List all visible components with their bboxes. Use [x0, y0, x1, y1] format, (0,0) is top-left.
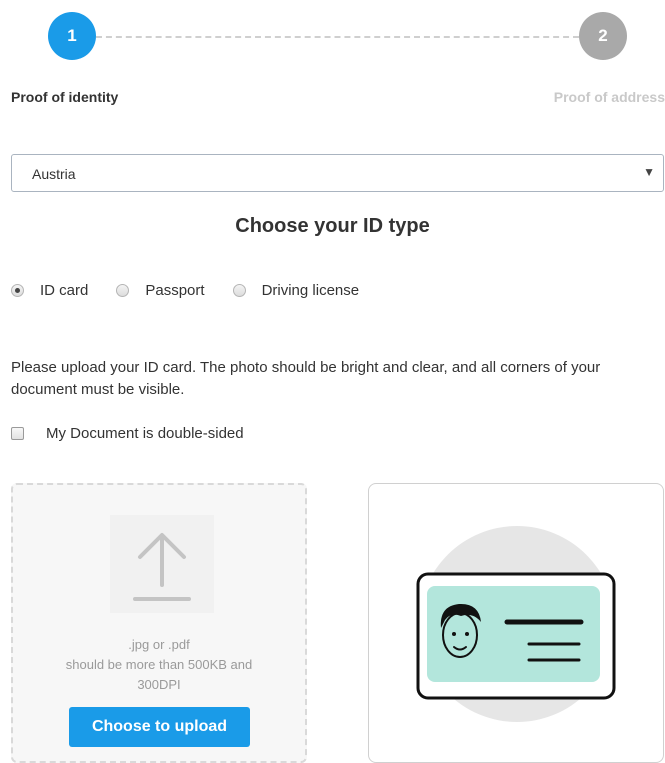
step-1-number: 1 [67, 26, 77, 45]
stepper-connector [96, 36, 579, 38]
double-sided-label: My Document is double-sided [46, 425, 244, 442]
id-card-illustration [416, 526, 616, 722]
id-card-radio[interactable] [11, 284, 24, 297]
choose-to-upload-button[interactable]: Choose to upload [69, 707, 250, 747]
upload-arrow-icon [110, 515, 214, 613]
id-type-option-id-card[interactable]: ID card [11, 282, 88, 299]
chevron-down-icon: ▼ [643, 165, 655, 179]
upload-instructions: Please upload your ID card. The photo sh… [11, 359, 601, 398]
id-card-radio-label: ID card [40, 282, 89, 299]
passport-radio-label: Passport [145, 282, 205, 299]
id-type-option-driving-license[interactable]: Driving license [232, 282, 360, 299]
id-type-option-passport[interactable]: Passport [116, 282, 205, 299]
id-type-title: Choose your ID type [235, 215, 430, 237]
upload-dpi-requirement: 300DPI [137, 677, 181, 692]
upload-formats: .jpg or .pdf [128, 637, 190, 652]
step-2-indicator: 2 [579, 12, 627, 60]
passport-radio[interactable] [116, 284, 130, 297]
step-2-label: Proof of address [553, 89, 665, 105]
driving-license-radio-label: Driving license [261, 282, 360, 299]
driving-license-radio[interactable] [232, 284, 246, 297]
double-sided-checkbox[interactable] [11, 427, 24, 440]
step-1-indicator: 1 [48, 12, 96, 60]
upload-dropzone[interactable]: .jpg or .pdf should be more than 500KB a… [11, 483, 307, 763]
country-select-value: Austria [32, 166, 76, 182]
id-card-example-panel [368, 483, 664, 763]
step-2-number: 2 [598, 26, 608, 45]
step-1-label: Proof of identity [11, 89, 119, 105]
country-select[interactable]: Austria ▼ [11, 154, 664, 192]
double-sided-option[interactable]: My Document is double-sided [11, 425, 244, 442]
id-type-radio-group: ID card Passport Driving license [11, 282, 387, 299]
upload-requirements: .jpg or .pdf should be more than 500KB a… [13, 635, 305, 695]
upload-size-requirement: should be more than 500KB and [65, 657, 253, 672]
